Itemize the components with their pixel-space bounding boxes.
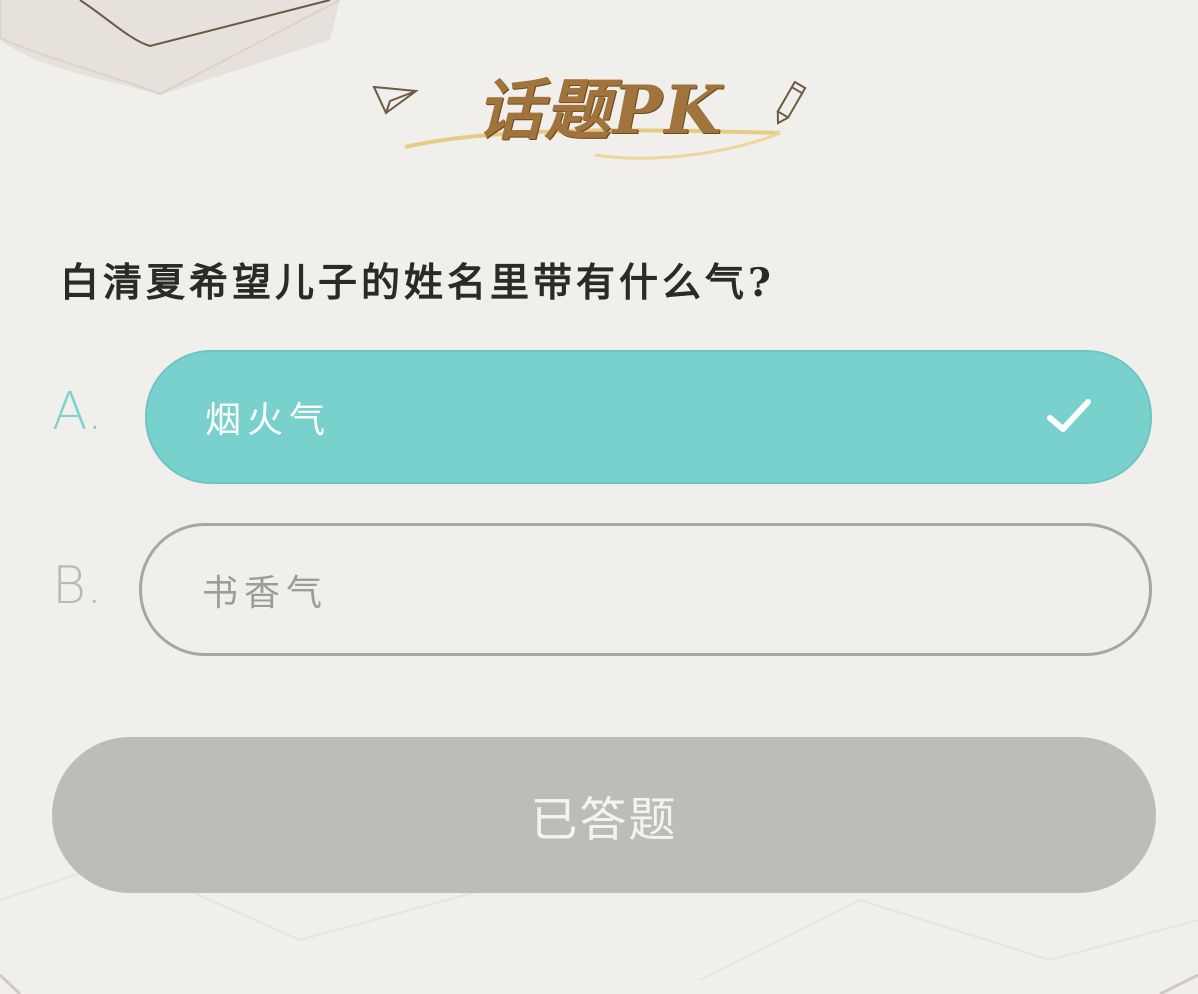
option-b-letter: B. [52,556,103,616]
option-b-button[interactable]: 书香气 [139,523,1152,656]
answered-label: 已答题 [530,792,678,848]
option-a-button[interactable]: 烟火气 [145,350,1152,484]
paper-plane-icon [372,85,419,115]
option-a-label: 烟火气 [205,400,332,441]
option-b-label: 书香气 [202,572,329,614]
answered-button[interactable]: 已答题 [52,737,1156,893]
logo: 话题PK [360,55,830,175]
logo-text: 话题PK [476,71,724,149]
question-text: 白清夏希望儿子的姓名里带有什么气? [60,260,775,306]
option-a-letter: A. [52,382,104,442]
check-icon [1047,399,1091,432]
pencil-icon [776,80,807,125]
